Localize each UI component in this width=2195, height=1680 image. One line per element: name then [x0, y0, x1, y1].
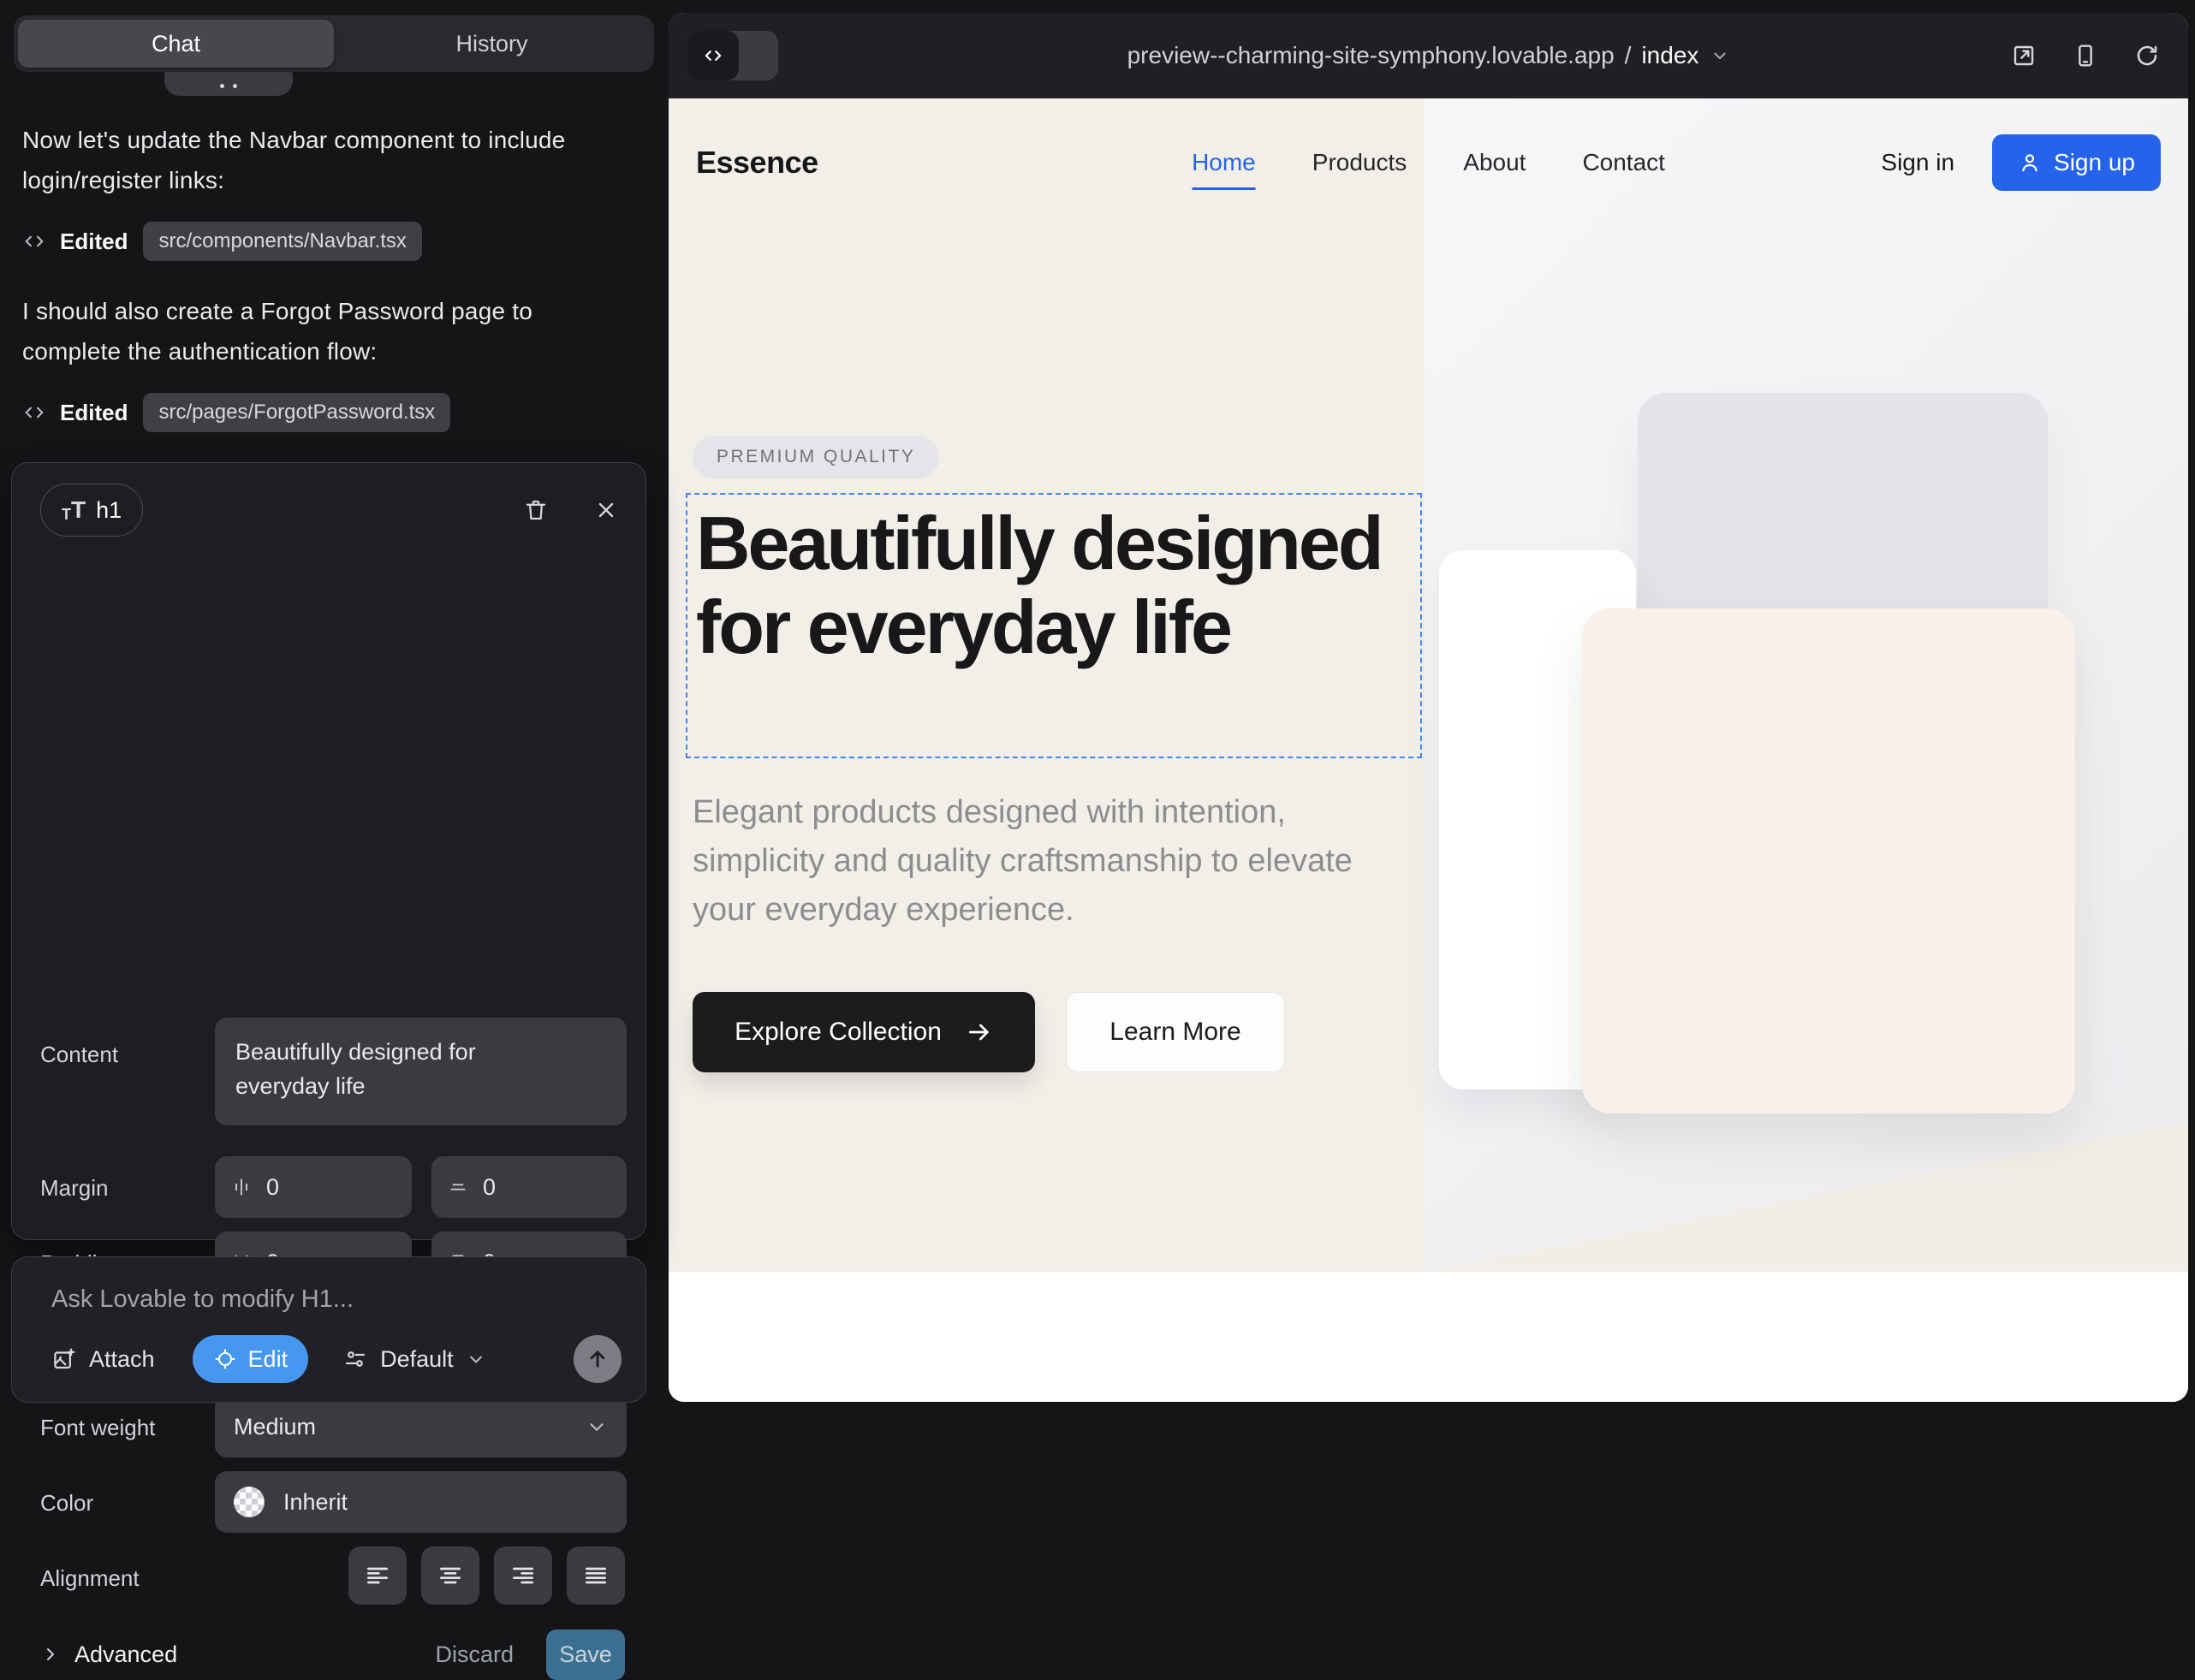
hero-headline[interactable]: Beautifully designed for everyday life	[696, 502, 1398, 668]
chevron-down-icon	[466, 1349, 486, 1369]
sign-up-button[interactable]: Sign up	[1992, 134, 2161, 191]
selected-element-outline[interactable]: Beautifully designed for everyday life	[686, 493, 1422, 758]
element-editor-panel: TT h1 Content Beautifully designed for e…	[11, 462, 646, 1240]
site-navbar: Essence Home Products About Contact Sign…	[669, 98, 2188, 227]
site-page: Essence Home Products About Contact Sign…	[669, 98, 2188, 1402]
file-path-chip[interactable]: src/pages/ForgotPassword.tsx	[143, 393, 450, 432]
site-logo[interactable]: Essence	[696, 145, 818, 181]
chat-panel: Chat History Now let's update the Navbar…	[0, 0, 668, 1414]
advanced-toggle[interactable]: Advanced	[40, 1641, 177, 1668]
font-weight-value: Medium	[234, 1414, 316, 1440]
color-label: Color	[40, 1490, 93, 1517]
chat-message: Now let's update the Navbar component to…	[22, 120, 630, 200]
hero-section: Essence Home Products About Contact Sign…	[669, 98, 2188, 1272]
url-page: index	[1641, 42, 1698, 69]
margin-label: Margin	[40, 1175, 108, 1202]
nav-link-products[interactable]: Products	[1312, 149, 1407, 176]
explore-collection-label: Explore Collection	[735, 1018, 942, 1047]
margin-x-value: 0	[266, 1174, 279, 1201]
edited-label: Edited	[60, 229, 128, 255]
margin-x-input[interactable]: 0	[215, 1156, 412, 1218]
align-left-button[interactable]	[348, 1546, 407, 1605]
chat-history-tabs: Chat History	[14, 15, 654, 72]
color-value: Inherit	[283, 1489, 348, 1516]
chevron-down-icon	[1710, 46, 1729, 65]
margin-horizontal-icon	[230, 1176, 253, 1198]
text-type-icon: TT	[62, 498, 86, 522]
open-external-icon[interactable]	[2008, 40, 2039, 71]
element-tag-pill: TT h1	[40, 484, 143, 537]
transparent-swatch-icon	[234, 1487, 265, 1517]
file-path-chip[interactable]: src/components/Navbar.tsx	[143, 222, 421, 261]
tab-history[interactable]: History	[334, 20, 650, 68]
hero-wedge-shape	[1425, 1121, 2188, 1272]
align-justify-button[interactable]	[567, 1546, 625, 1605]
delete-element-button[interactable]	[517, 491, 555, 529]
align-center-button[interactable]	[421, 1546, 479, 1605]
edited-label: Edited	[60, 400, 128, 426]
mode-label: Default	[380, 1346, 454, 1373]
url-separator: /	[1625, 42, 1632, 69]
preview-window: preview--charming-site-symphony.lovable.…	[669, 13, 2188, 1402]
nav-link-contact[interactable]: Contact	[1582, 149, 1665, 176]
lovable-workspace: Chat History Now let's update the Navbar…	[0, 0, 2195, 1414]
margin-vertical-icon	[447, 1176, 469, 1198]
url-bar[interactable]: preview--charming-site-symphony.lovable.…	[669, 13, 2188, 98]
hero-subtext: Elegant products designed with intention…	[693, 788, 1377, 935]
discard-button[interactable]: Discard	[435, 1641, 514, 1668]
attach-button[interactable]: Attach	[51, 1346, 155, 1373]
edit-mode-button[interactable]: Edit	[193, 1335, 309, 1383]
prompt-input[interactable]	[51, 1278, 608, 1321]
explore-collection-button[interactable]: Explore Collection	[693, 992, 1035, 1072]
content-value: Beautifully designed for everyday life	[235, 1035, 526, 1103]
edit-label: Edit	[248, 1346, 289, 1373]
quality-badge: PREMIUM QUALITY	[693, 436, 939, 478]
save-button[interactable]: Save	[546, 1630, 625, 1680]
send-button[interactable]	[574, 1335, 622, 1383]
mode-select[interactable]: Default	[342, 1346, 486, 1373]
learn-more-button[interactable]: Learn More	[1066, 992, 1285, 1072]
arrow-right-icon	[966, 1018, 993, 1046]
alignment-label: Alignment	[40, 1565, 140, 1592]
code-icon	[22, 229, 46, 253]
margin-y-input[interactable]: 0	[431, 1156, 627, 1218]
preview-toolbar: preview--charming-site-symphony.lovable.…	[669, 13, 2188, 98]
sign-up-label: Sign up	[2054, 149, 2135, 176]
chevron-right-icon	[40, 1644, 61, 1665]
nav-link-about[interactable]: About	[1463, 149, 1526, 176]
code-icon	[22, 401, 46, 424]
close-icon[interactable]	[587, 491, 625, 529]
margin-y-value: 0	[483, 1174, 496, 1201]
chat-message: I should also create a Forgot Password p…	[22, 291, 630, 371]
target-icon	[213, 1347, 237, 1371]
attach-image-icon	[51, 1346, 77, 1372]
align-right-button[interactable]	[494, 1546, 552, 1605]
font-weight-select[interactable]: Medium	[215, 1396, 627, 1457]
user-icon	[2018, 151, 2042, 175]
nav-link-home[interactable]: Home	[1192, 149, 1256, 190]
tab-chat[interactable]: Chat	[18, 20, 334, 68]
attach-label: Attach	[89, 1346, 155, 1373]
content-label: Content	[40, 1042, 118, 1068]
font-weight-label: Font weight	[40, 1415, 155, 1441]
color-select[interactable]: Inherit	[215, 1471, 627, 1533]
chevron-down-icon	[586, 1416, 608, 1438]
prompt-composer: Attach Edit Default	[11, 1256, 646, 1403]
decor-card-cream	[1582, 608, 2075, 1113]
edited-file-row[interactable]: Edited src/pages/ForgotPassword.tsx	[22, 392, 450, 433]
advanced-label: Advanced	[74, 1641, 177, 1668]
sign-in-link[interactable]: Sign in	[1881, 149, 1954, 176]
refresh-icon[interactable]	[2132, 40, 2162, 71]
element-tag: h1	[96, 497, 122, 524]
edited-file-row[interactable]: Edited src/components/Navbar.tsx	[22, 221, 422, 262]
content-input[interactable]: Beautifully designed for everyday life	[215, 1018, 627, 1125]
sliders-icon	[342, 1346, 368, 1372]
url-domain: preview--charming-site-symphony.lovable.…	[1127, 42, 1615, 69]
mobile-view-icon[interactable]	[2070, 40, 2101, 71]
